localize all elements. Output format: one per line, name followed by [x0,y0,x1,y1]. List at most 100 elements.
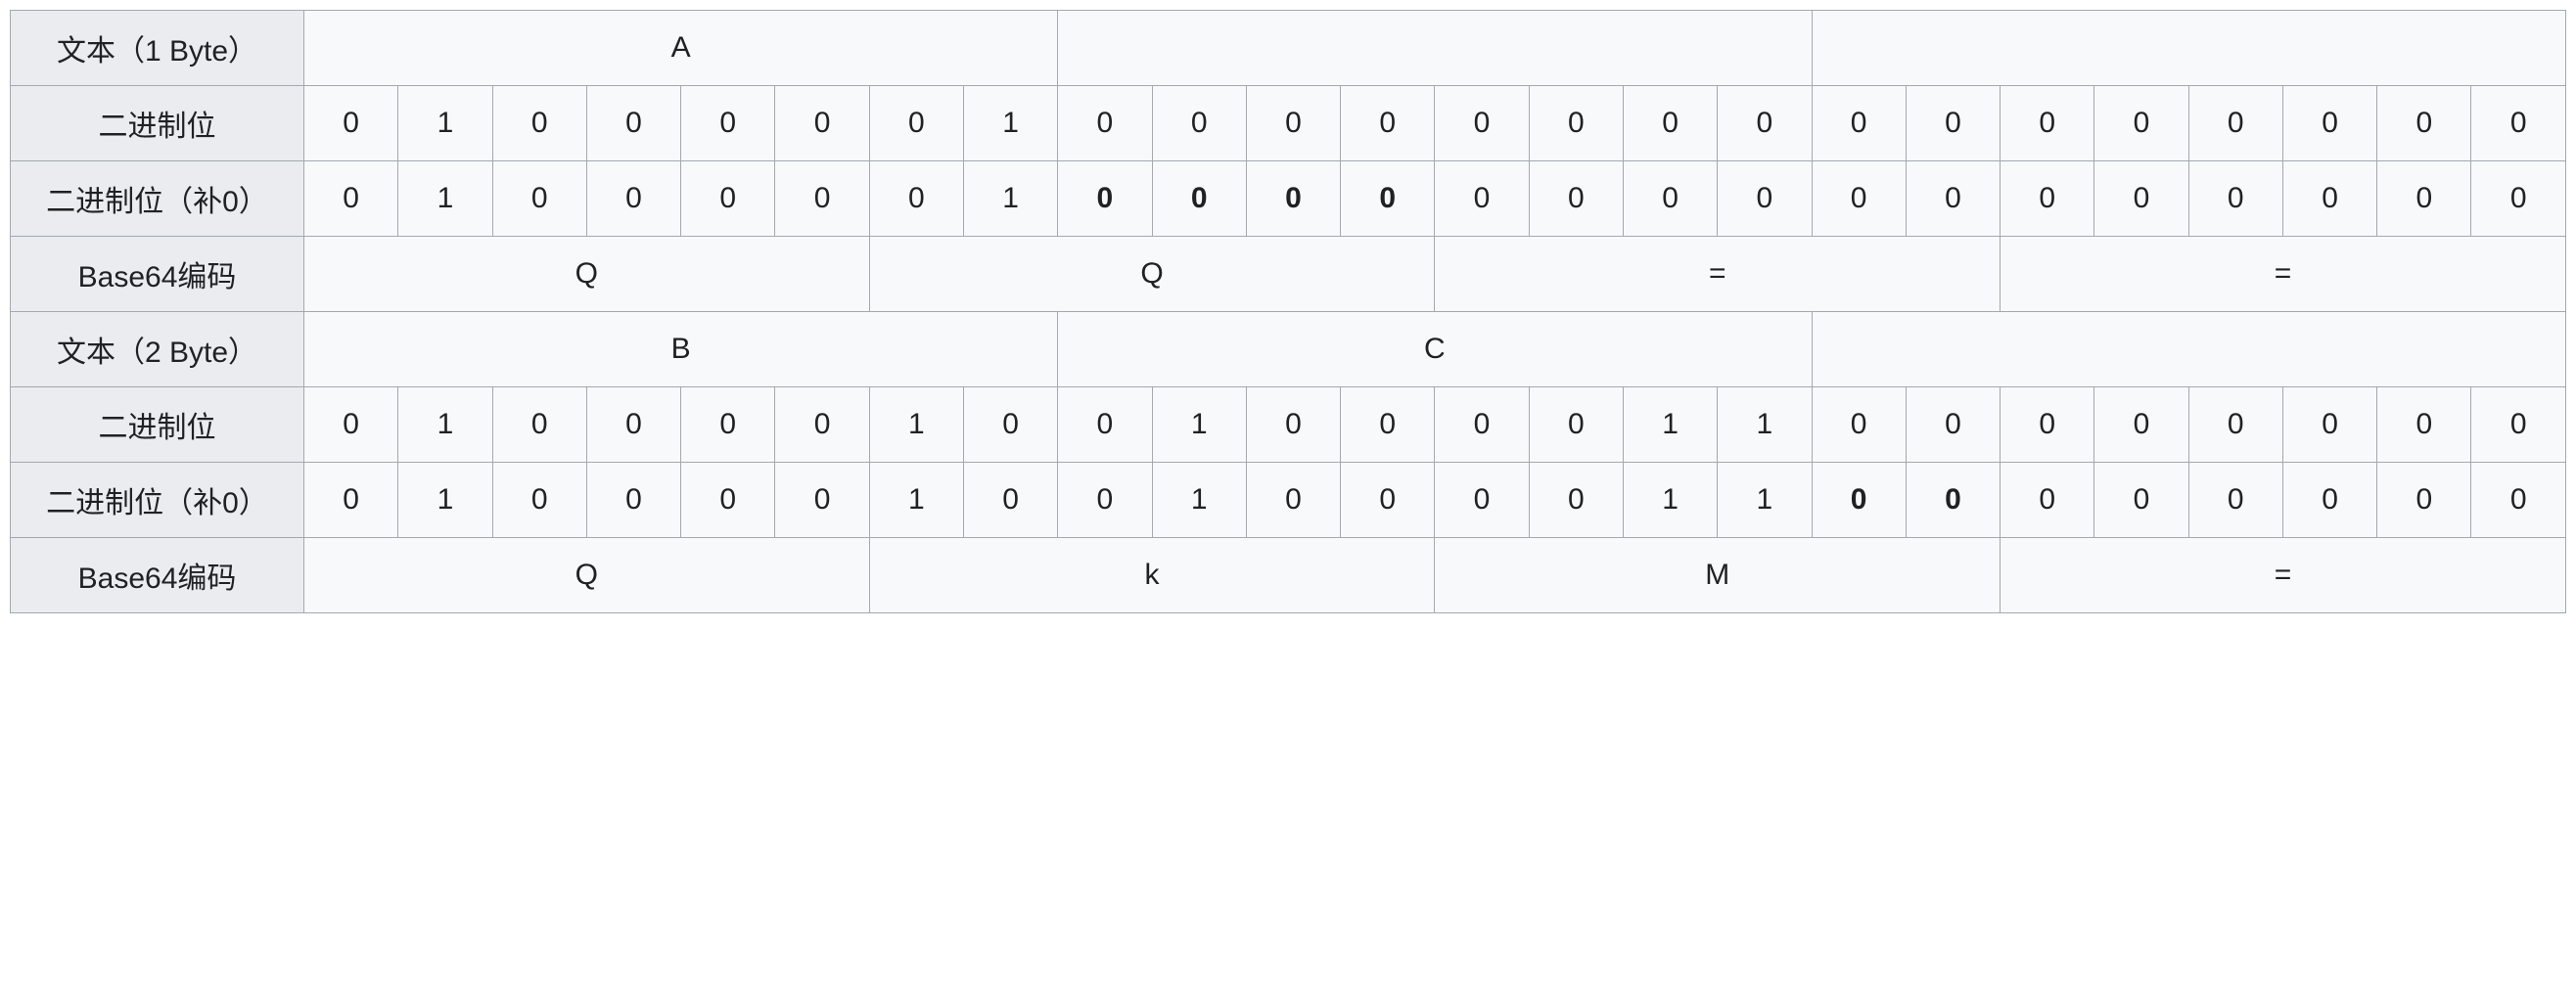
bit-cell: 0 [681,463,775,538]
bit-cell: 0 [1341,463,1435,538]
b64-cell: = [2001,237,2566,312]
bit-cell: 0 [775,86,869,161]
b64-cell: = [1435,237,2001,312]
bit-cell: 0 [963,387,1057,463]
b64-cell: Q [304,237,870,312]
b64-cell: Q [304,538,870,613]
bit-cell: 0 [1341,86,1435,161]
table-row: Base64编码 Q k M = [11,538,2566,613]
bit-cell: 1 [963,86,1057,161]
bit-cell: 0 [963,463,1057,538]
bit-cell: 0 [304,161,398,237]
bit-cell: 0 [775,161,869,237]
bit-cell-bold: 0 [1058,161,1152,237]
bit-cell: 0 [1529,86,1623,161]
bit-cell: 0 [304,86,398,161]
bit-cell: 0 [2001,86,2094,161]
bit-cell: 0 [1623,161,1717,237]
bit-cell: 0 [492,161,586,237]
cell-text-byte [1812,11,2566,86]
bit-cell: 0 [1812,161,1906,237]
bit-cell: 0 [1435,387,1529,463]
table-row: Base64编码 Q Q = = [11,237,2566,312]
bit-cell: 0 [1812,387,1906,463]
bit-cell: 1 [398,161,492,237]
table-row: 二进制位（补0） 0 1 0 0 0 0 1 0 0 1 0 0 0 0 1 1… [11,463,2566,538]
bit-cell: 0 [492,387,586,463]
row-header-b64-2: Base64编码 [11,538,304,613]
bit-cell: 0 [2094,86,2188,161]
bit-cell: 1 [869,387,963,463]
bit-cell: 0 [1058,463,1152,538]
bit-cell-bold: 0 [1246,161,1340,237]
b64-cell: = [2001,538,2566,613]
bit-cell-bold: 0 [1906,463,2000,538]
bit-cell: 0 [2377,161,2471,237]
b64-cell: M [1435,538,2001,613]
bit-cell: 0 [1058,387,1152,463]
bit-cell: 0 [681,86,775,161]
bit-cell: 1 [398,387,492,463]
bit-cell: 0 [2471,387,2566,463]
bit-cell: 0 [2094,387,2188,463]
bit-cell: 0 [1058,86,1152,161]
bit-cell: 0 [1718,161,1812,237]
bit-cell: 0 [1435,86,1529,161]
bit-cell: 0 [1906,387,2000,463]
bit-cell-bold: 0 [1341,161,1435,237]
bit-cell: 0 [1341,387,1435,463]
bit-cell: 0 [775,463,869,538]
bit-cell: 0 [1152,86,1246,161]
bit-cell: 0 [1246,463,1340,538]
bit-cell: 0 [2001,161,2094,237]
bit-cell: 1 [1623,463,1717,538]
bit-cell: 0 [586,463,680,538]
bit-cell-bold: 0 [1812,463,1906,538]
cell-text-byte: B [304,312,1058,387]
bit-cell: 0 [304,387,398,463]
bit-cell: 1 [1718,387,1812,463]
bit-cell: 0 [2188,161,2282,237]
bit-cell: 1 [963,161,1057,237]
row-header-bits2-pad: 二进制位（补0） [11,463,304,538]
bit-cell: 0 [1906,86,2000,161]
row-header-text-1byte: 文本（1 Byte） [11,11,304,86]
cell-text-byte [1058,11,1812,86]
bit-cell: 0 [2471,463,2566,538]
bit-cell: 1 [869,463,963,538]
bit-cell: 0 [2377,463,2471,538]
bit-cell: 0 [1529,387,1623,463]
bit-cell: 0 [2282,161,2376,237]
row-header-bits1-pad: 二进制位（补0） [11,161,304,237]
bit-cell: 0 [2282,387,2376,463]
b64-cell: k [869,538,1435,613]
bit-cell: 0 [2188,86,2282,161]
row-header-bits2: 二进制位 [11,387,304,463]
bit-cell: 0 [2471,86,2566,161]
bit-cell: 1 [398,86,492,161]
cell-text-byte [1812,312,2566,387]
bit-cell: 0 [2188,387,2282,463]
bit-cell: 0 [492,463,586,538]
bit-cell: 0 [2001,387,2094,463]
bit-cell: 0 [1812,86,1906,161]
bit-cell: 1 [398,463,492,538]
base64-encoding-table: 文本（1 Byte） A 二进制位 0 1 0 0 0 0 0 1 0 0 0 … [10,10,2566,613]
bit-cell: 0 [586,387,680,463]
bit-cell: 0 [586,86,680,161]
bit-cell: 0 [775,387,869,463]
row-header-b64-1: Base64编码 [11,237,304,312]
bit-cell: 0 [2094,463,2188,538]
bit-cell: 0 [1246,86,1340,161]
bit-cell: 0 [2377,86,2471,161]
bit-cell: 1 [1152,387,1246,463]
table-row: 文本（1 Byte） A [11,11,2566,86]
bit-cell: 0 [681,161,775,237]
bit-cell: 0 [1906,161,2000,237]
bit-cell: 0 [681,387,775,463]
table-row: 文本（2 Byte） B C [11,312,2566,387]
table-row: 二进制位（补0） 0 1 0 0 0 0 0 1 0 0 0 0 0 0 0 0… [11,161,2566,237]
bit-cell: 0 [304,463,398,538]
bit-cell: 1 [1152,463,1246,538]
bit-cell: 0 [2471,161,2566,237]
